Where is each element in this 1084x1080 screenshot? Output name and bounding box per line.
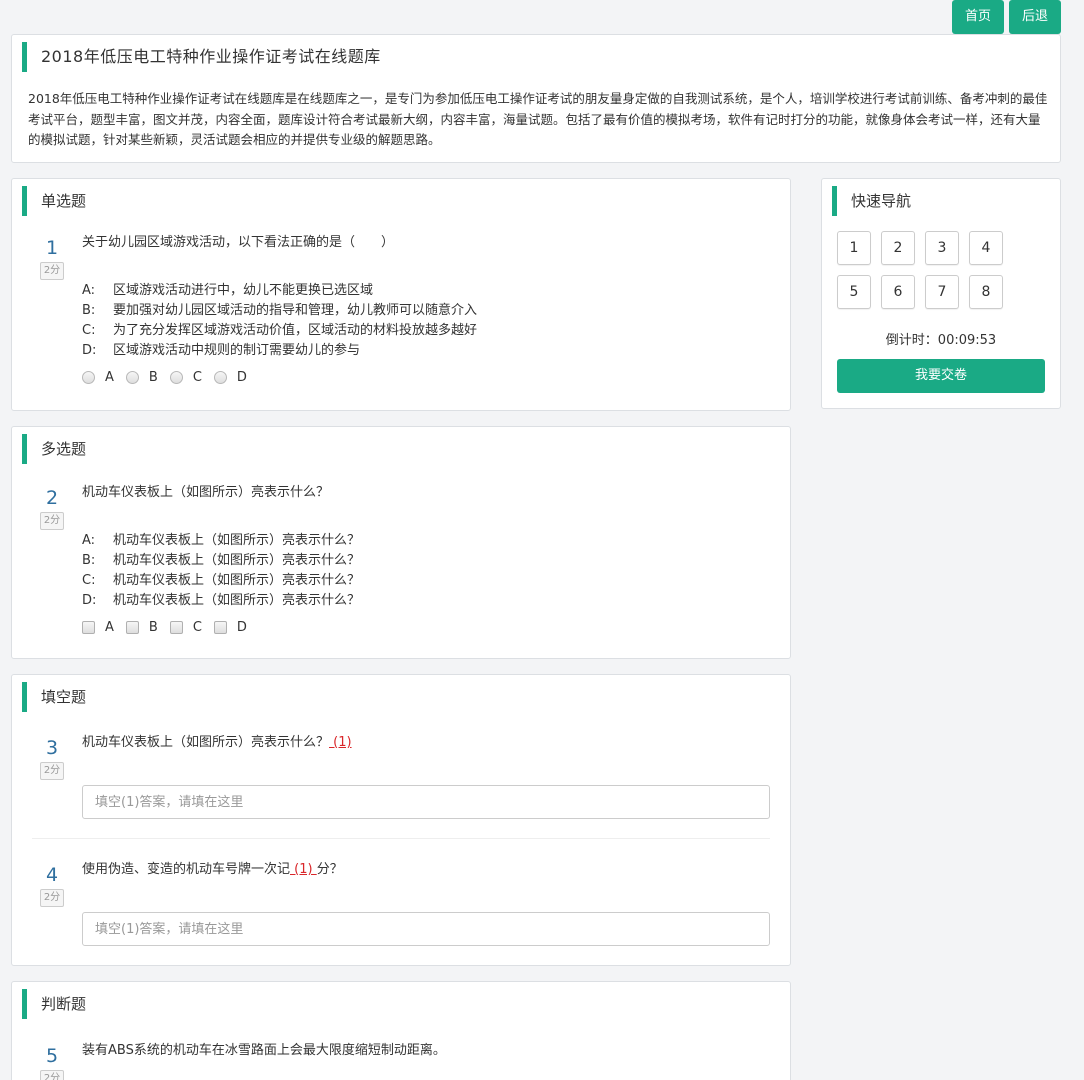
radio-circle[interactable] [125,371,139,384]
option-list: A: 机动车仪表板上（如图所示）亮表示什么？ B: 机动车仪表板上（如图所示）亮表示… [82,531,360,611]
question-1: 1 2分 关于幼儿园区域游戏活动，以下看法正确的是（ ） A: 区域游戏活动进行中… [40,235,770,396]
radio-option-b[interactable]: B [125,370,158,385]
checkbox-box[interactable] [125,621,139,634]
page-title: 2018年低压电工特种作业操作证考试在线题库 [22,42,381,72]
option-b: B: 要加强对幼儿园区域活动的指导和管理，幼儿教师可以随意介入 [82,303,478,318]
answer-input[interactable] [82,912,770,946]
checkbox-option-c[interactable]: C [169,620,202,635]
checkbox-option-d[interactable]: D [213,620,247,635]
radio-circle[interactable] [213,371,227,384]
option-list: A: 区域游戏活动进行中，幼儿不能更换已选区域 B: 要加强对幼儿园区域活动的指导和… [82,281,477,361]
top-buttons: 首页 后退 [951,0,1061,34]
nav-title: 快速导航 [832,186,911,216]
nav-question-6[interactable]: 6 [881,275,915,309]
fill-blank-section: 填空题 3 2分 机动车仪表板上（如图所示）亮表示什么？ (1) 4 2分 使用… [11,674,791,966]
checkbox-box[interactable] [82,621,95,634]
question-2: 2 2分 机动车仪表板上（如图所示）亮表示什么？ A: 机动车仪表板上（如图所示）… [40,485,770,646]
question-text: 机动车仪表板上（如图所示）亮表示什么？ [82,485,330,500]
divider [32,838,770,839]
quick-nav-panel: 快速导航 1 2 3 4 5 6 7 8 倒计时：00:09:53 我要交卷 [821,178,1061,409]
question-3: 3 2分 机动车仪表板上（如图所示）亮表示什么？ (1) [40,735,770,821]
score-badge: 2分 [40,889,64,907]
submit-exam-button[interactable]: 我要交卷 [837,359,1045,393]
countdown-timer: 倒计时：00:09:53 [885,333,997,348]
question-4: 4 2分 使用伪造、变造的机动车号牌一次记 (1) 分？ [40,862,770,948]
section-title: 单选题 [22,186,86,216]
checkbox-box[interactable] [213,621,227,634]
nav-question-5[interactable]: 5 [837,275,871,309]
intro-panel: 2018年低压电工特种作业操作证考试在线题库 2018年低压电工特种作业操作证考… [11,34,1061,163]
question-5: 5 2分 装有ABS系统的机动车在冰雪路面上会最大限度缩短制动距离。 [40,1043,770,1080]
question-text: 机动车仪表板上（如图所示）亮表示什么？ (1) [82,735,352,750]
intro-description: 2018年低压电工特种作业操作证考试在线题库是在线题库之一，是专门为参加低压电工… [28,91,1048,147]
option-c: C: 机动车仪表板上（如图所示）亮表示什么？ [82,573,361,588]
radio-group: A B C D [82,370,259,385]
checkbox-option-a[interactable]: A [82,620,114,635]
checkbox-option-b[interactable]: B [125,620,158,635]
nav-question-4[interactable]: 4 [969,231,1003,265]
option-c: C: 为了充分发挥区域游戏活动价值，区域活动的材料投放越多越好 [82,323,478,338]
option-a: A: 机动车仪表板上（如图所示）亮表示什么？ [82,533,361,548]
nav-grid: 1 2 3 4 5 6 7 8 [837,231,1003,309]
section-title: 多选题 [22,434,86,464]
radio-option-a[interactable]: A [82,370,114,385]
nav-question-2[interactable]: 2 [881,231,915,265]
question-number: 3 [45,737,59,759]
question-number: 4 [45,864,59,886]
nav-question-7[interactable]: 7 [925,275,959,309]
home-button[interactable]: 首页 [951,0,1004,34]
score-badge: 2分 [40,512,64,530]
true-false-section: 判断题 5 2分 装有ABS系统的机动车在冰雪路面上会最大限度缩短制动距离。 [11,981,791,1080]
checkbox-box[interactable] [169,621,183,634]
question-text: 关于幼儿园区域游戏活动，以下看法正确的是（ ） [82,235,395,250]
radio-option-c[interactable]: C [169,370,202,385]
nav-question-8[interactable]: 8 [969,275,1003,309]
question-text: 装有ABS系统的机动车在冰雪路面上会最大限度缩短制动距离。 [82,1043,446,1058]
option-d: D: 区域游戏活动中规则的制订需要幼儿的参与 [82,343,361,358]
option-b: B: 机动车仪表板上（如图所示）亮表示什么？ [82,553,361,568]
section-title: 判断题 [22,989,86,1019]
score-badge: 2分 [40,262,64,280]
nav-question-3[interactable]: 3 [925,231,959,265]
radio-circle[interactable] [82,371,95,384]
blank-marker: (1) [290,862,317,877]
answer-input[interactable] [82,785,770,819]
question-number: 5 [45,1045,59,1067]
single-choice-section: 单选题 1 2分 关于幼儿园区域游戏活动，以下看法正确的是（ ） A: 区域游戏活… [11,178,791,411]
radio-circle[interactable] [169,371,183,384]
question-text: 使用伪造、变造的机动车号牌一次记 (1) 分？ [82,862,343,877]
nav-question-1[interactable]: 1 [837,231,871,265]
score-badge: 2分 [40,1070,64,1080]
question-number: 1 [45,237,59,259]
back-button[interactable]: 后退 [1008,0,1061,34]
checkbox-group: A B C D [82,620,259,635]
radio-option-d[interactable]: D [213,370,247,385]
multi-choice-section: 多选题 2 2分 机动车仪表板上（如图所示）亮表示什么？ A: 机动车仪表板上（如… [11,426,791,659]
option-d: D: 机动车仪表板上（如图所示）亮表示什么？ [82,593,361,608]
question-number: 2 [45,487,59,509]
option-a: A: 区域游戏活动进行中，幼儿不能更换已选区域 [82,283,374,298]
blank-marker: (1) [329,735,352,750]
score-badge: 2分 [40,762,64,780]
section-title: 填空题 [22,682,86,712]
